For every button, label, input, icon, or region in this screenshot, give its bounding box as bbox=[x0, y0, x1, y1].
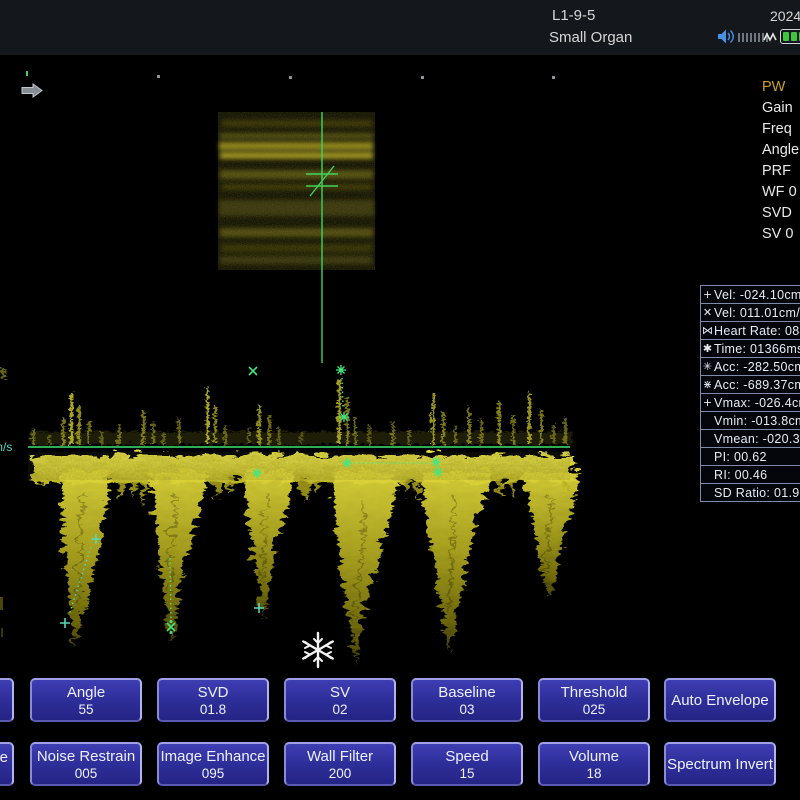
softkey-label: Spectrum Invert bbox=[666, 756, 774, 773]
measurement-row-heart-rate: ⋈Heart Rate: 084bpm bbox=[700, 321, 800, 340]
measurement-row-sd-ratio: SD Ratio: 01.9 bbox=[700, 483, 800, 502]
softkey-label: Wall Filter bbox=[286, 748, 394, 765]
probe-label: L1-9-5 bbox=[552, 7, 595, 24]
spectrum-band-texture bbox=[28, 452, 570, 480]
pw-params-panel: PW Gain Freq Angle PRF WF 0 SVD SV 0 bbox=[762, 77, 799, 245]
softkey-value: 200 bbox=[329, 766, 352, 781]
param-prf: PRF bbox=[762, 161, 799, 182]
measurement-row-acc2: ⋇Acc: -689.37cm/s² bbox=[700, 375, 800, 394]
caliper-star-icon: ✱ bbox=[701, 342, 714, 355]
caliper-crossdot-icon: ⋇ bbox=[701, 378, 714, 391]
measurement-row-vmin: Vmin: -013.8cm/s bbox=[700, 411, 800, 430]
b-mode-image bbox=[218, 112, 375, 270]
softkey-label: Threshold bbox=[540, 684, 648, 701]
measurement-row-ri: RI: 00.46 bbox=[700, 465, 800, 484]
measurement-row-vel1: +Vel: -024.10cm/s bbox=[700, 285, 800, 304]
top-scale-marks bbox=[26, 71, 555, 79]
svd-button[interactable]: SVD01.8 bbox=[157, 678, 269, 722]
speaker-icon bbox=[717, 28, 735, 45]
softkey-value: 55 bbox=[78, 702, 93, 717]
top-bar: L1-9-5 Small Organ 2024- bbox=[0, 0, 800, 55]
softkey-label: SV bbox=[286, 684, 394, 701]
caliper-bowtie-icon: ⋈ bbox=[701, 324, 714, 337]
softkey-label: Noise Restrain bbox=[32, 748, 140, 765]
param-sv: SV 0 bbox=[762, 224, 799, 245]
param-angle: Angle bbox=[762, 140, 799, 161]
softkey-label: SVD bbox=[159, 684, 267, 701]
softkey-label: Baseline bbox=[413, 684, 521, 701]
measurement-row-vmax: +Vmax: -026.4cm/s bbox=[700, 393, 800, 412]
softkey-value: 01.8 bbox=[200, 702, 226, 717]
freeze-icon bbox=[303, 633, 332, 667]
softkey-label: Volume bbox=[540, 748, 648, 765]
spectrum-invert-button[interactable]: Spectrum Invert bbox=[664, 742, 776, 786]
battery-icon bbox=[780, 29, 800, 44]
softkey-label: Angle bbox=[32, 684, 140, 701]
velocity-unit-label: cm/s bbox=[0, 440, 12, 454]
threshold-button[interactable]: Threshold025 bbox=[538, 678, 650, 722]
measurement-row-pi: PI: 00.62 bbox=[700, 447, 800, 466]
results-panel: +Vel: -024.10cm/s ✕Vel: 011.01cm/s ⋈Hear… bbox=[700, 285, 800, 502]
exam-preset-label: Small Organ bbox=[549, 29, 632, 46]
auto-envelope-button[interactable]: Auto Envelope bbox=[664, 678, 776, 722]
image-enhance-button[interactable]: Image Enhance095 bbox=[157, 742, 269, 786]
softkey-value: 025 bbox=[583, 702, 606, 717]
mode-indicator: PW bbox=[762, 77, 799, 98]
softkey-value: 18 bbox=[586, 766, 601, 781]
pw-cursor bbox=[306, 112, 338, 363]
softkey-label: Image Enhance bbox=[159, 748, 267, 765]
param-wf: WF 0 bbox=[762, 182, 799, 203]
softkey-label: Auto Envelope bbox=[666, 692, 774, 709]
measurement-row-vmean: Vmean: -020.3cm/s bbox=[700, 429, 800, 448]
caliper-plus-icon: + bbox=[701, 396, 714, 409]
measurement-row-acc1: ✳Acc: -282.50cm/s² bbox=[700, 357, 800, 376]
speed-button[interactable]: Speed15 bbox=[411, 742, 523, 786]
softkey-partial-row1[interactable] bbox=[0, 678, 14, 722]
param-gain: Gain bbox=[762, 98, 799, 119]
param-svd: SVD bbox=[762, 203, 799, 224]
noise-restrain-button[interactable]: Noise Restrain005 bbox=[30, 742, 142, 786]
date-label: 2024- bbox=[770, 8, 800, 24]
caliper-plus-icon: + bbox=[701, 288, 714, 301]
param-freq: Freq bbox=[762, 119, 799, 140]
angle-button[interactable]: Angle55 bbox=[30, 678, 142, 722]
softkey-value: 15 bbox=[459, 766, 474, 781]
softkey-value: 095 bbox=[202, 766, 225, 781]
softkey-label: Speed bbox=[413, 748, 521, 765]
softkey-value: 03 bbox=[459, 702, 474, 717]
measurement-markers bbox=[60, 365, 443, 634]
pointer-arrow-icon bbox=[22, 84, 42, 97]
sv-button[interactable]: SV02 bbox=[284, 678, 396, 722]
ultrasound-screen: L1-9-5 Small Organ 2024- bbox=[0, 0, 800, 800]
caliper-cross-icon: ✕ bbox=[701, 306, 714, 319]
measurement-row-time: ✱Time: 01366ms bbox=[700, 339, 800, 358]
measurement-row-vel2: ✕Vel: 011.01cm/s bbox=[700, 303, 800, 322]
wall-filter-button[interactable]: Wall Filter200 bbox=[284, 742, 396, 786]
caliper-asterisk-icon: ✳ bbox=[701, 360, 714, 373]
angle-indicator bbox=[310, 166, 334, 196]
softkey-value: 02 bbox=[332, 702, 347, 717]
baseline-button[interactable]: Baseline03 bbox=[411, 678, 523, 722]
charging-icon bbox=[763, 31, 778, 44]
spectrum-lower bbox=[28, 452, 575, 660]
volume-button[interactable]: Volume18 bbox=[538, 742, 650, 786]
softkey-partial-row2[interactable]: ge bbox=[0, 742, 14, 786]
edge-artifacts bbox=[0, 597, 3, 637]
spectrum-upper bbox=[0, 366, 570, 443]
softkey-value: 005 bbox=[75, 766, 98, 781]
